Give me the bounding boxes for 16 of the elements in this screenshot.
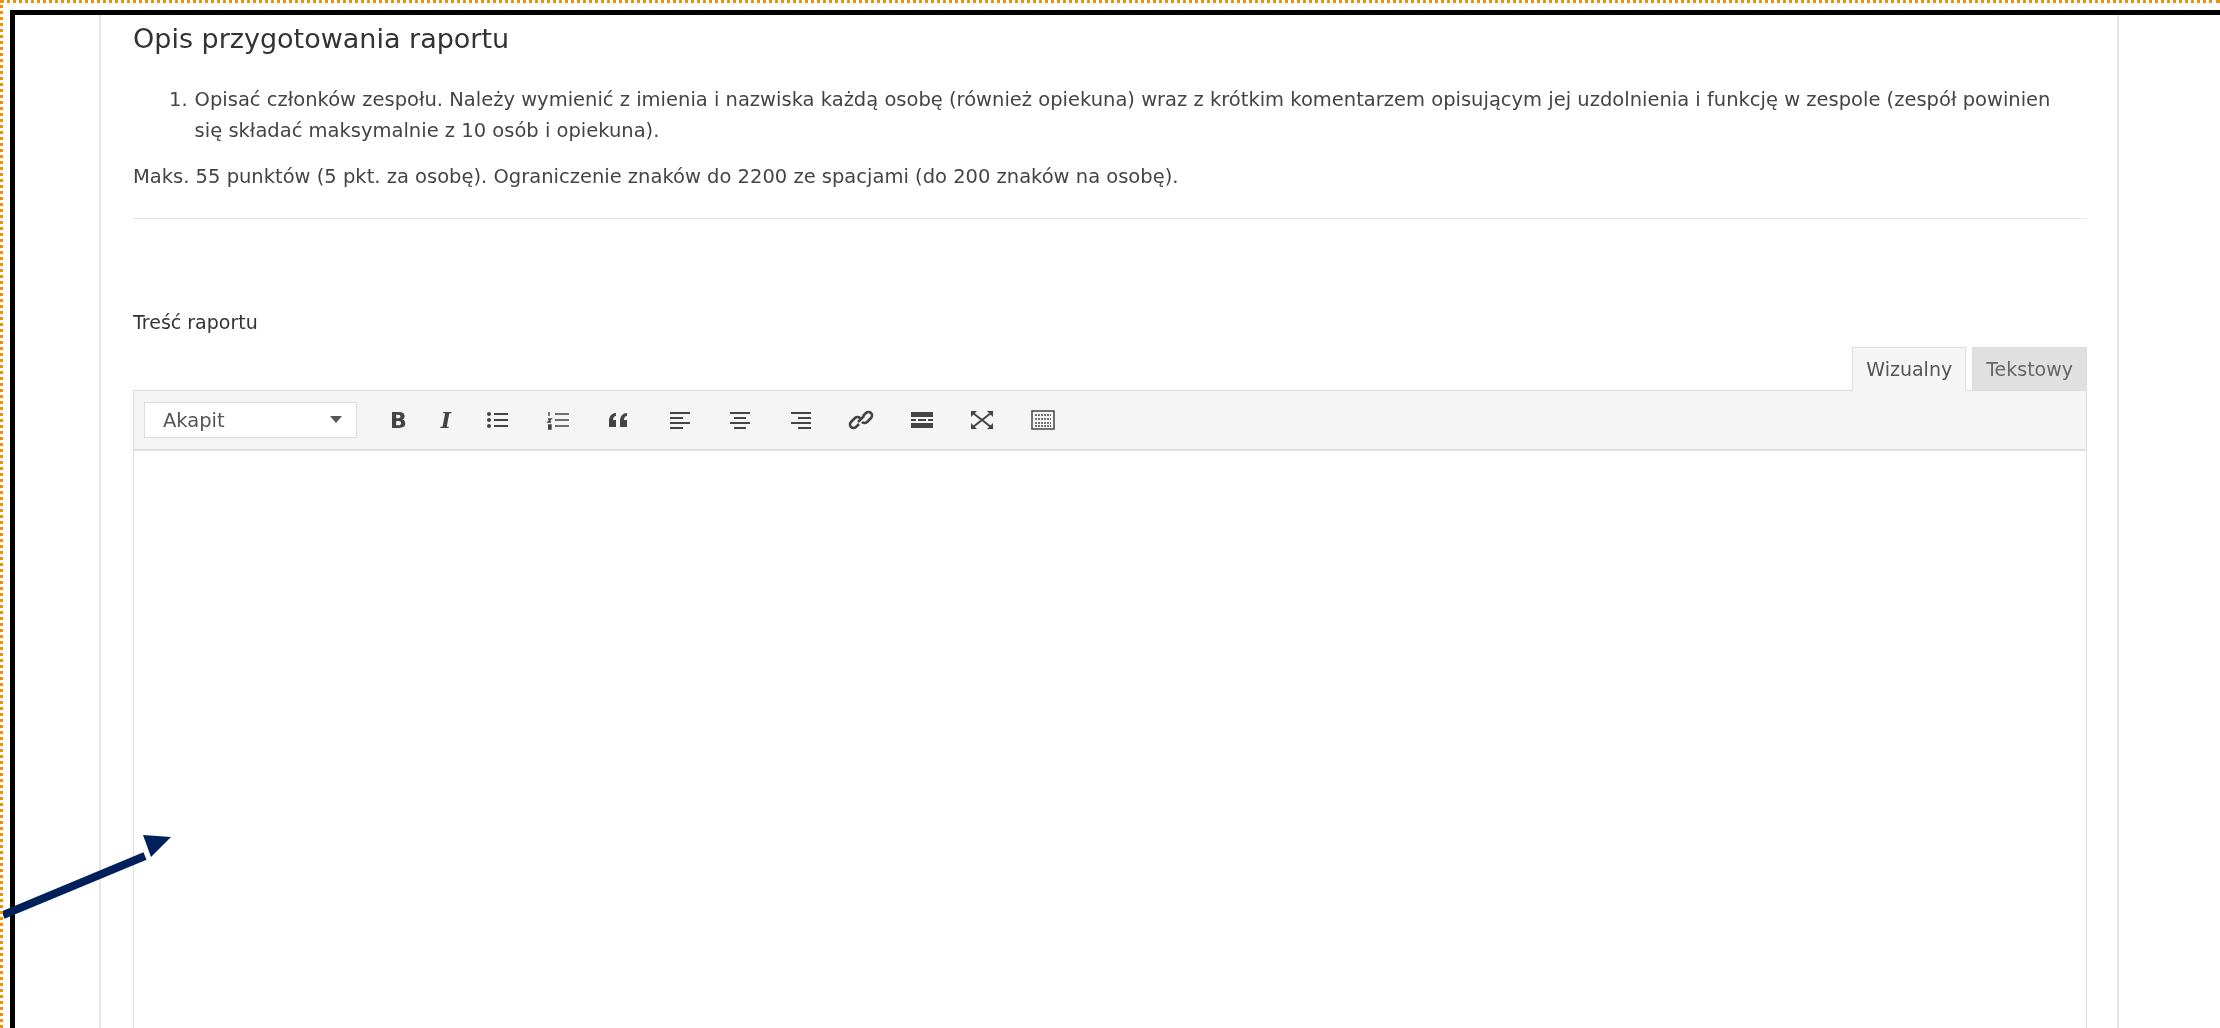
fullscreen-icon[interactable] [969,409,996,431]
scoring-note: Maks. 55 punktów (5 pkt. za osobę). Ograniczenie znaków do 2200 ze spacjami (do 200 znaków na osobę). [133,164,1180,190]
numbered-list-icon[interactable] [545,409,572,431]
caret-icon [330,416,342,424]
bold-button[interactable]: B [390,407,407,433]
format-select[interactable]: Akapit [144,402,357,438]
keyboard-icon[interactable] [1029,409,1056,431]
instruction-text: Opisać członków zespołu. Należy wymienić z imienia i nazwiska każdą osobę (również opiekuna) wraz z krótkim komentarzem opisującym jej uzdolnienia i funkcję w zespole (zespół powinien się składać maksymalnie z 10 osób i opiekuna). [194,87,2052,144]
field-label: Treść raportu [133,311,259,333]
read-more-icon[interactable] [908,409,935,431]
link-icon[interactable] [848,409,875,431]
editor-tab[interactable]: Tekstowy [1972,347,2087,391]
section-heading: Opis przygotowania raportu [133,22,511,54]
list-number: 1. [169,87,188,113]
italic-button[interactable]: I [440,407,452,433]
editor-tab[interactable]: Wizualny [1852,347,1967,391]
